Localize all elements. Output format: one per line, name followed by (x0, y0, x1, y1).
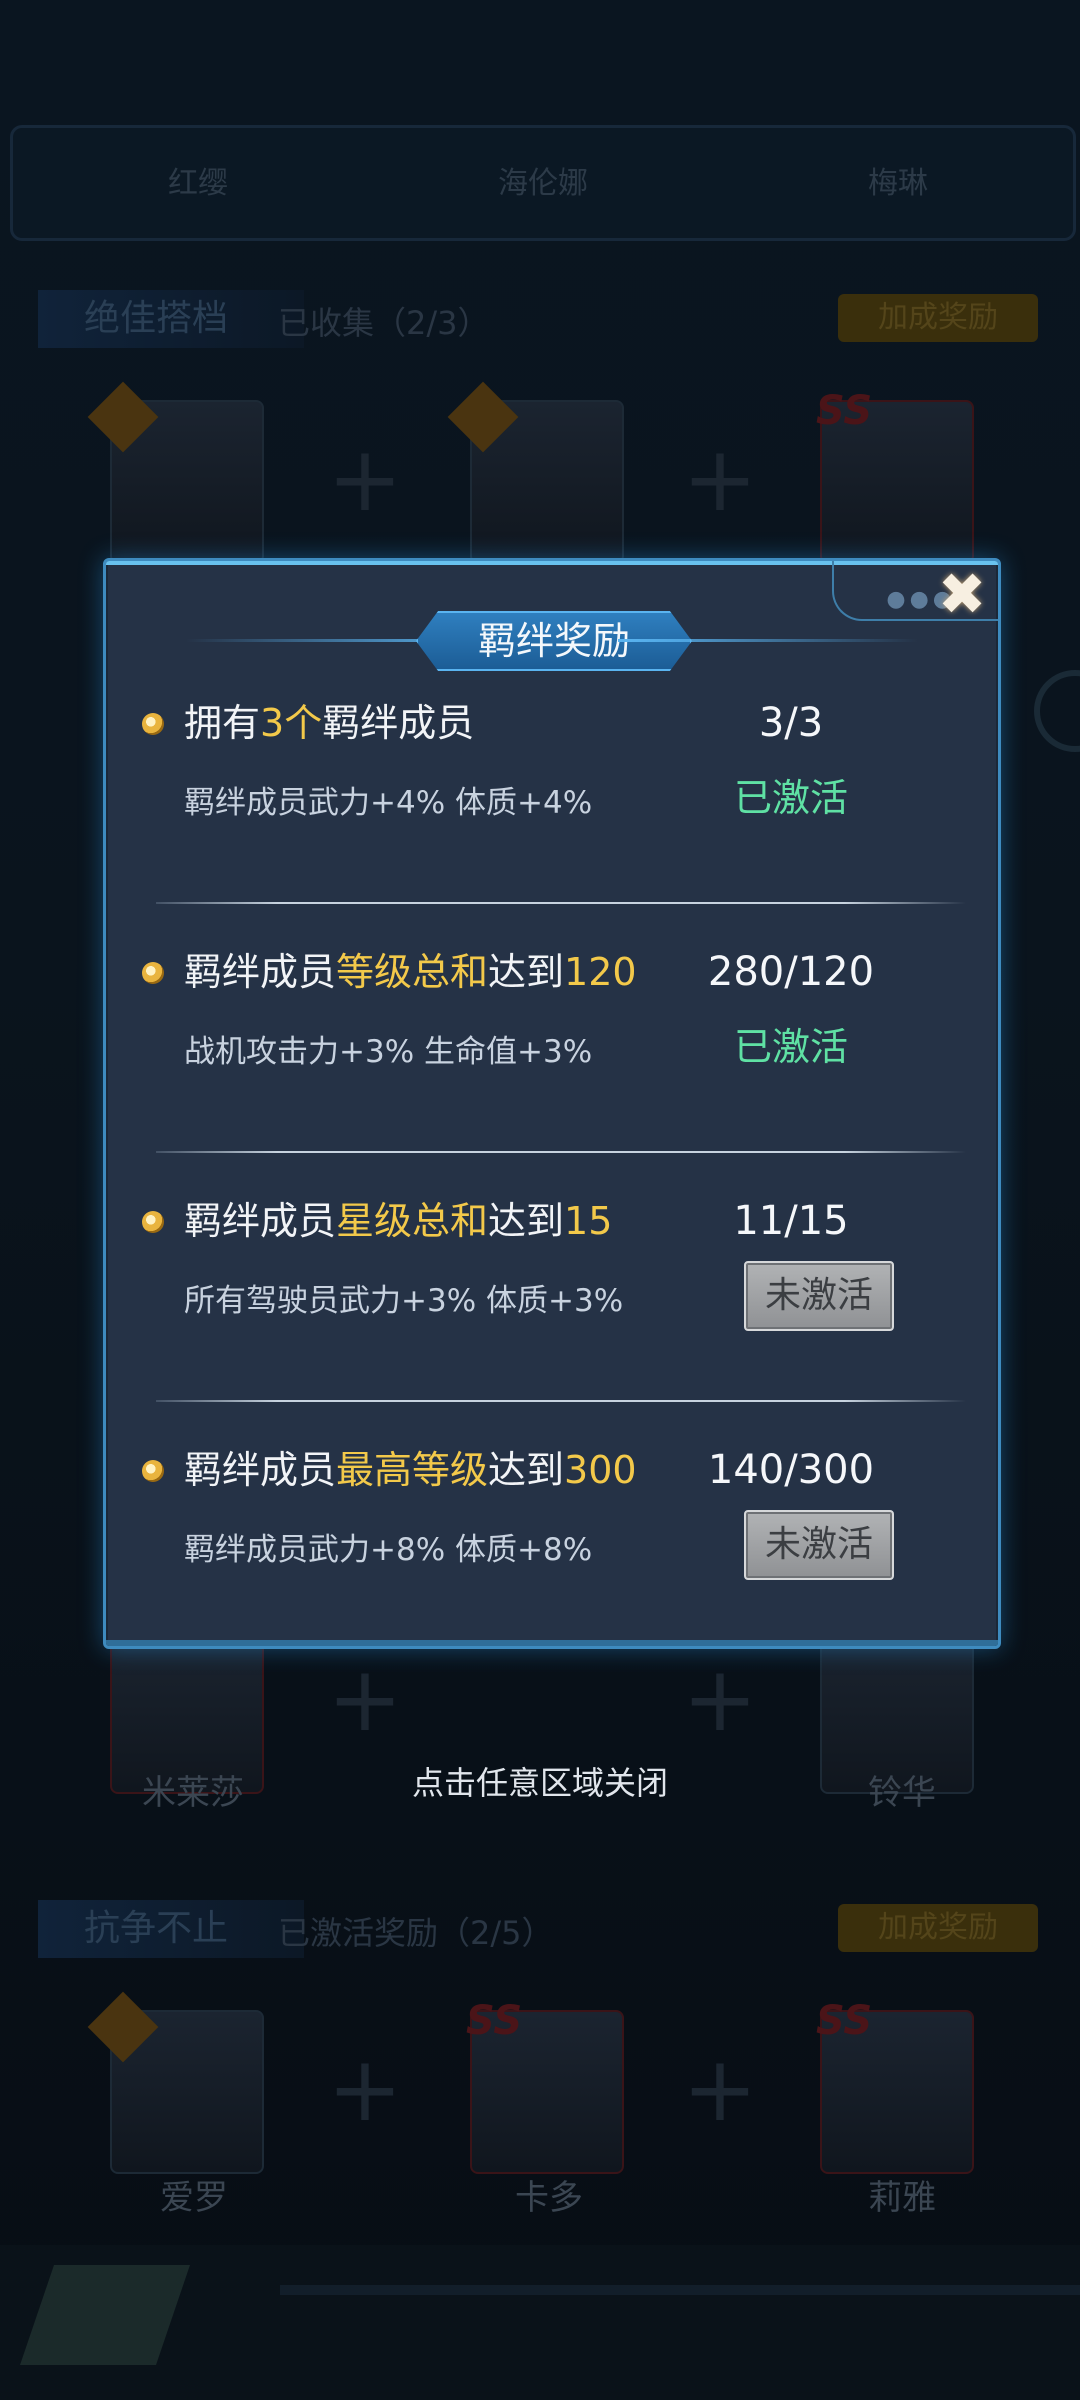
reward-row: 羁绊成员星级总和达到15 11/15 所有驾驶员武力+3% 体质+3% 未激活 (106, 1189, 998, 1438)
condition-text: 达到 (488, 1199, 565, 1243)
status-activated: 已激活 (733, 1025, 848, 1069)
tab-helena[interactable]: 海伦娜 (498, 158, 588, 202)
reward-effect: 羁绊成员武力+8% 体质+8% (184, 1532, 593, 1568)
reward-condition: 拥有3个羁绊成员 (184, 691, 474, 755)
condition-highlight: 300 (564, 1448, 637, 1492)
character-card[interactable]: SS (816, 1998, 974, 2174)
rank-badge-icon (447, 381, 519, 453)
condition-highlight: 120 (564, 950, 637, 994)
character-card[interactable] (87, 1991, 264, 2174)
bonus-reward-button[interactable]: 加成奖励 (838, 1904, 1038, 1952)
tap-to-close-hint[interactable]: 点击任意区域关闭 (0, 1758, 1080, 1804)
bottom-bar (0, 2245, 1080, 2400)
bullet-coin-icon (142, 1211, 164, 1233)
rank-badge-icon (87, 1991, 159, 2063)
ss-rank-icon: SS (466, 1998, 523, 2044)
bullet-coin-icon (142, 1460, 164, 1482)
bullet-coin-icon (142, 713, 164, 735)
plus-icon: + (327, 427, 403, 532)
section-title: 抗争不止 (38, 1900, 304, 1958)
reward-row: 羁绊成员等级总和达到120 280/120 战机攻击力+3% 生命值+3% 已激活 (106, 940, 998, 1189)
bottom-divider (280, 2285, 1080, 2295)
section-subtitle: 已收集（2/3） (278, 304, 490, 342)
bullet-coin-icon (142, 962, 164, 984)
plus-icon: + (682, 427, 758, 532)
reward-effect: 所有驾驶员武力+3% 体质+3% (184, 1283, 624, 1319)
character-card[interactable]: SS (466, 1998, 624, 2174)
row-divider (156, 1151, 966, 1153)
header-line-right (618, 639, 918, 642)
section-header-1: 绝佳搭档 已收集（2/3） 加成奖励 (38, 290, 1038, 350)
reward-condition: 羁绊成员最高等级达到300 (184, 1438, 637, 1502)
plus-icon: + (327, 1647, 403, 1752)
condition-text: 拥有 (184, 701, 261, 745)
status-activated: 已激活 (733, 776, 848, 820)
reward-progress: 3/3 (758, 700, 824, 746)
condition-text: 达到 (488, 950, 565, 994)
section-subtitle: 已激活奖励（2/5） (278, 1914, 554, 1952)
bond-reward-dialog: ●●● 羁绊奖励 拥有3个羁绊成员 3/3 羁绊成员武力+4% 体质+4% 已激活 羁绊… (103, 558, 1001, 1649)
section-header-2: 抗争不止 已激活奖励（2/5） 加成奖励 (38, 1900, 1038, 1960)
condition-highlight: 等级总和 (336, 950, 489, 994)
plus-icon: + (682, 1647, 758, 1752)
status-inactive-button[interactable]: 未激活 (744, 1510, 894, 1580)
bonus-reward-button[interactable]: 加成奖励 (838, 294, 1038, 342)
reward-row: 羁绊成员最高等级达到300 140/300 羁绊成员武力+8% 体质+8% 未激活 (106, 1438, 998, 1631)
condition-highlight: 最高等级 (336, 1448, 489, 1492)
character-tabs: 红缨 海伦娜 梅琳 (10, 125, 1076, 241)
character-name: 爱罗 (160, 2178, 228, 2218)
condition-highlight: 星级总和 (336, 1199, 489, 1243)
condition-text: 羁绊成员 (322, 701, 475, 745)
condition-text: 达到 (488, 1448, 565, 1492)
condition-highlight: 3个 (260, 701, 323, 745)
rank-badge-icon (87, 381, 159, 453)
character-card[interactable] (87, 381, 264, 564)
dialog-header: 羁绊奖励 (106, 611, 998, 671)
reward-condition: 羁绊成员星级总和达到15 (184, 1189, 612, 1253)
character-card[interactable]: SS (816, 388, 974, 564)
condition-highlight: 15 (564, 1199, 613, 1243)
condition-text: 羁绊成员 (184, 1199, 337, 1243)
reward-effect: 羁绊成员武力+4% 体质+4% (184, 785, 593, 821)
character-card[interactable] (447, 381, 624, 564)
condition-text: 羁绊成员 (184, 950, 337, 994)
tab-meilin[interactable]: 梅琳 (868, 158, 928, 202)
condition-text: 羁绊成员 (184, 1448, 337, 1492)
dialog-bottom-border (106, 1640, 998, 1646)
ss-rank-icon: SS (816, 1998, 873, 2044)
section-title: 绝佳搭档 (38, 290, 304, 348)
reward-progress: 11/15 (733, 1198, 849, 1244)
reward-row: 拥有3个羁绊成员 3/3 羁绊成员武力+4% 体质+4% 已激活 (106, 691, 998, 940)
row-divider (156, 902, 966, 904)
tab-hongying[interactable]: 红缨 (168, 158, 228, 202)
back-arrow-icon[interactable] (20, 2265, 190, 2365)
reward-condition: 羁绊成员等级总和达到120 (184, 940, 637, 1004)
reward-progress: 280/120 (707, 949, 875, 995)
character-name: 莉雅 (868, 2178, 936, 2218)
row-divider (156, 1400, 966, 1402)
ss-rank-icon: SS (816, 388, 873, 434)
character-name: 卡多 (515, 2178, 583, 2218)
status-inactive-button[interactable]: 未激活 (744, 1261, 894, 1331)
close-icon[interactable]: ✖ (934, 565, 990, 623)
side-scroll-handle[interactable] (1034, 670, 1080, 752)
reward-progress: 140/300 (707, 1447, 875, 1493)
plus-icon: + (682, 2037, 758, 2142)
reward-effect: 战机攻击力+3% 生命值+3% (184, 1034, 593, 1070)
reward-list[interactable]: 拥有3个羁绊成员 3/3 羁绊成员武力+4% 体质+4% 已激活 羁绊成员等级总和达到1… (106, 691, 998, 1631)
plus-icon: + (327, 2037, 403, 2142)
